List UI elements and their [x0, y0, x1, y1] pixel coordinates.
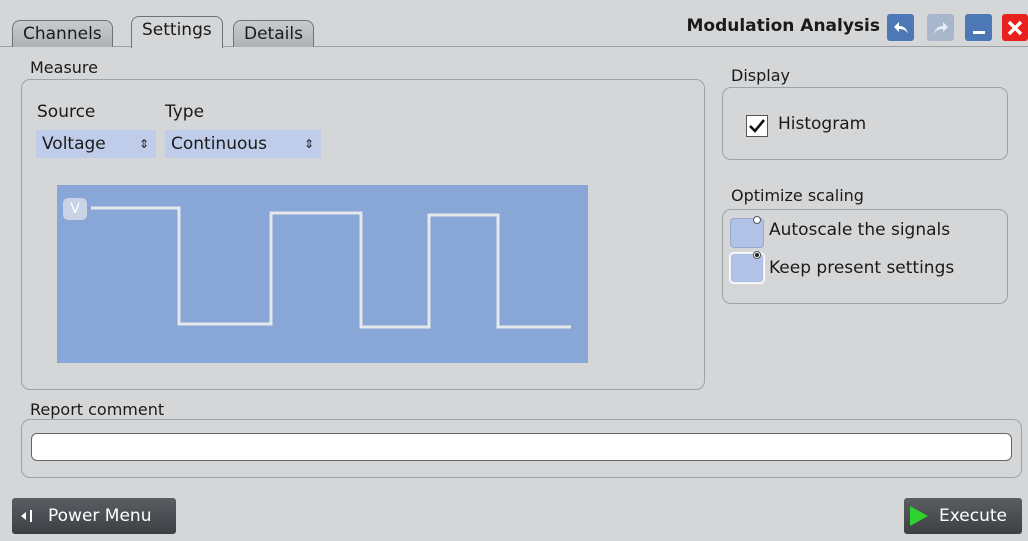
square-wave-graphic: [91, 206, 571, 329]
close-icon: [1007, 20, 1023, 35]
collapse-left-icon: [21, 510, 32, 522]
type-dropdown[interactable]: Continuous ⇕: [165, 130, 321, 158]
optimize-group-label: Optimize scaling: [731, 186, 864, 205]
source-dropdown[interactable]: Voltage ⇕: [36, 130, 156, 158]
tab-details[interactable]: Details: [233, 20, 314, 47]
redo-icon: [933, 21, 948, 34]
updown-icon: ⇕: [138, 137, 149, 151]
window-title: Modulation Analysis: [686, 16, 880, 36]
updown-icon: ⇕: [303, 137, 314, 151]
tab-settings[interactable]: Settings: [131, 16, 223, 48]
report-comment-label: Report comment: [30, 400, 165, 419]
power-menu-button[interactable]: Power Menu: [12, 498, 176, 534]
radio-indicator-selected: [753, 251, 761, 259]
autoscale-label[interactable]: Autoscale the signals: [769, 220, 950, 240]
measure-group-label: Measure: [30, 58, 98, 77]
play-icon: [910, 506, 928, 526]
report-comment-input[interactable]: [31, 433, 1012, 461]
radio-indicator: [753, 216, 761, 224]
source-label: Source: [37, 102, 96, 122]
minimize-icon: [972, 30, 985, 34]
undo-button[interactable]: [887, 14, 914, 41]
type-value: Continuous: [171, 134, 268, 154]
voltage-badge: V: [63, 198, 87, 220]
checkmark-icon: [749, 119, 766, 133]
display-group-label: Display: [731, 66, 790, 85]
redo-button[interactable]: [927, 14, 954, 41]
histogram-checkbox[interactable]: [746, 115, 768, 137]
source-value: Voltage: [42, 134, 106, 154]
close-button[interactable]: [1002, 14, 1028, 41]
execute-label: Execute: [939, 506, 1007, 526]
waveform-preview: V: [57, 185, 588, 363]
keep-settings-label[interactable]: Keep present settings: [769, 258, 954, 278]
autoscale-radio[interactable]: [730, 216, 764, 248]
power-menu-label: Power Menu: [48, 506, 152, 526]
minimize-button[interactable]: [965, 14, 992, 41]
keep-settings-radio[interactable]: [730, 251, 764, 283]
histogram-label[interactable]: Histogram: [778, 114, 866, 134]
tab-channels[interactable]: Channels: [12, 20, 113, 47]
type-label: Type: [165, 102, 205, 122]
execute-button[interactable]: Execute: [904, 498, 1022, 534]
undo-icon: [893, 21, 908, 34]
